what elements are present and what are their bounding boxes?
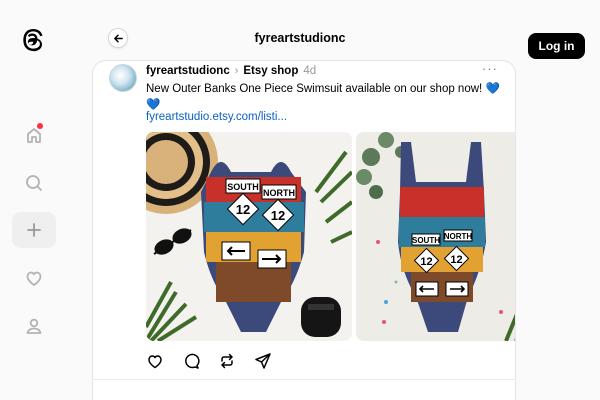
heart-icon	[26, 271, 42, 286]
post-image-2[interactable]: SOUTH NORTH 12 12	[356, 132, 515, 341]
page-title: fyreartstudionc	[254, 31, 346, 45]
profile-icon	[26, 318, 42, 334]
back-button[interactable]	[108, 28, 128, 48]
notification-dot	[37, 123, 43, 129]
divider	[93, 379, 515, 380]
nav-search[interactable]	[12, 165, 56, 201]
like-heart-icon[interactable]	[146, 352, 164, 370]
blue-heart-emoji: 💙	[485, 83, 500, 95]
nav-activity[interactable]	[12, 260, 56, 296]
avatar[interactable]	[109, 64, 137, 92]
arrow-left-icon	[113, 34, 123, 42]
svg-text:NORTH: NORTH	[263, 188, 295, 198]
repost-icon[interactable]	[218, 352, 236, 370]
post-media: SOUTH NORTH 12 12 SOUTH NORTH 12 12	[146, 132, 515, 341]
more-options-icon[interactable]: ···	[482, 61, 498, 76]
post-body: New Outer Banks One Piece Swimsuit avail…	[146, 83, 483, 95]
post-username[interactable]: fyreartstudionc	[146, 65, 230, 77]
svg-text:12: 12	[236, 202, 250, 217]
app: fyreartstudionc Log in fyreartstudionc ›…	[0, 0, 600, 400]
svg-text:SOUTH: SOUTH	[412, 236, 440, 245]
nav-create[interactable]	[12, 212, 56, 248]
post-actions	[146, 352, 272, 370]
chevron-right-icon: ›	[234, 65, 239, 77]
post-text: New Outer Banks One Piece Swimsuit avail…	[146, 81, 506, 113]
svg-text:12: 12	[420, 256, 432, 268]
post-topic[interactable]: Etsy shop	[243, 65, 298, 77]
post-image-1[interactable]: SOUTH NORTH 12 12	[146, 132, 352, 341]
svg-text:SOUTH: SOUTH	[227, 182, 259, 192]
search-icon	[26, 175, 42, 191]
threads-logo-icon[interactable]	[20, 27, 46, 53]
swimsuit-hanging-image: SOUTH NORTH 12 12	[356, 132, 515, 341]
login-button[interactable]: Log in	[528, 33, 585, 59]
post-card: fyreartstudionc › Etsy shop 4d ··· New O…	[92, 60, 516, 400]
create-icon	[27, 223, 41, 237]
nav-profile[interactable]	[12, 308, 56, 344]
svg-text:12: 12	[271, 208, 285, 223]
comment-icon[interactable]	[182, 352, 200, 370]
nav-home[interactable]	[12, 117, 56, 153]
post-link[interactable]: fyreartstudio.etsy.com/listi...	[146, 111, 287, 123]
svg-text:12: 12	[450, 254, 462, 266]
post-header: fyreartstudionc › Etsy shop 4d	[146, 63, 316, 79]
blue-heart-emoji-2: 💙	[146, 99, 161, 111]
swimsuit-flatlay-image: SOUTH NORTH 12 12	[146, 132, 352, 341]
share-icon[interactable]	[254, 352, 272, 370]
svg-text:NORTH: NORTH	[444, 232, 473, 241]
post-time[interactable]: 4d	[303, 65, 316, 77]
